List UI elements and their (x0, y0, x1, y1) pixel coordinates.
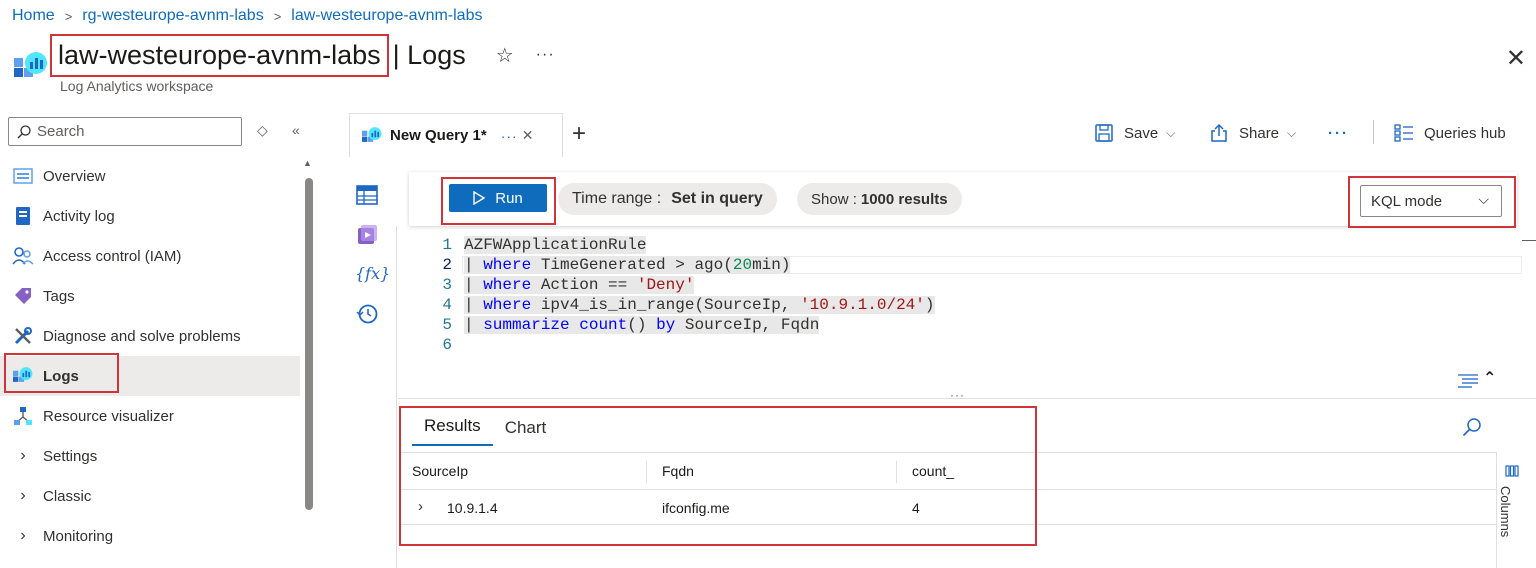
save-button[interactable]: Save ⌵ (1094, 120, 1175, 146)
sidebar-scrollbar[interactable] (305, 178, 313, 510)
chevron-right-icon: > (64, 8, 73, 24)
tables-icon[interactable] (356, 184, 378, 206)
sidebar-item-activity-log[interactable]: Activity log (0, 196, 300, 236)
more-icon[interactable]: ··· (501, 128, 518, 144)
sidebar-item-overview[interactable]: Overview (0, 156, 300, 196)
queries-hub-icon (1394, 124, 1413, 142)
kql-mode-highlight-box (1348, 176, 1516, 228)
share-button[interactable]: Share ⌵ (1209, 120, 1296, 146)
close-icon[interactable]: ✕ (1506, 44, 1526, 73)
chevron-right-icon: > (273, 8, 282, 24)
code-line: 4 | where ipv4_is_in_range(SourceIp, '10.… (442, 296, 935, 314)
close-icon[interactable]: ✕ (522, 127, 534, 144)
show-results-picker[interactable]: Show : 1000 results (797, 183, 962, 215)
resource-name: law-westeurope-avnm-labs (50, 33, 389, 77)
breadcrumb: Home > rg-westeurope-avnm-labs > law-wes… (12, 5, 482, 27)
sidebar-item-label: Access control (IAM) (43, 247, 182, 265)
format-query-icon[interactable] (1457, 372, 1479, 388)
sidebar-search-input[interactable] (37, 123, 227, 140)
functions-icon[interactable]: {fx} (355, 264, 390, 283)
logs-icon (362, 126, 382, 142)
sidebar-item-label: Overview (43, 167, 106, 185)
breadcrumb-resource-group[interactable]: rg-westeurope-avnm-labs (82, 7, 263, 25)
tag-icon (12, 285, 34, 307)
visualizer-icon (12, 405, 34, 427)
columns-label[interactable]: Columns (1498, 486, 1513, 537)
editor-scroll-marker (1522, 240, 1536, 241)
sidebar-item-diagnose[interactable]: Diagnose and solve problems (0, 316, 300, 356)
time-range-value: Set in query (671, 190, 763, 207)
people-icon (12, 245, 34, 267)
sidebar-item-tags[interactable]: Tags (0, 276, 300, 316)
scroll-up-icon[interactable]: ▲ (303, 158, 312, 168)
code-line: 2 | where TimeGenerated > ago(20min) (442, 256, 791, 274)
splitter-handle-icon[interactable]: ··· (950, 388, 965, 402)
resource-type: Log Analytics workspace (60, 78, 214, 94)
time-range-label: Time range : (572, 190, 662, 207)
search-icon (17, 124, 31, 138)
chevron-right-icon: › (20, 447, 26, 464)
sidebar-group-classic[interactable]: › Classic (0, 476, 300, 516)
show-label: Show : (811, 190, 857, 208)
chevron-down-icon: ⌵ (1166, 125, 1176, 140)
sidebar-item-access-control[interactable]: Access control (IAM) (0, 236, 300, 276)
sidebar-search[interactable] (8, 117, 242, 146)
sidebar-item-label: Monitoring (43, 527, 114, 545)
code-line: 6 (442, 336, 452, 354)
blade-name: | Logs (392, 39, 466, 70)
results-highlight-box (399, 406, 1037, 546)
tab-label: New Query 1* (390, 127, 487, 144)
chevron-right-icon: › (20, 487, 26, 504)
chevron-right-icon: › (20, 527, 26, 544)
breadcrumb-home[interactable]: Home (12, 7, 55, 25)
toolbar-more-icon[interactable]: ··· (1328, 120, 1349, 146)
sidebar-item-label: Settings (43, 447, 98, 465)
star-icon[interactable]: ☆ (496, 43, 514, 68)
code-line: 1 AZFWApplicationRule (442, 236, 647, 254)
show-value: 1000 results (860, 190, 948, 208)
wrench-icon (12, 325, 34, 347)
sidebar-item-resource-visualizer[interactable]: Resource visualizer (0, 396, 300, 436)
sidebar-item-label: Resource visualizer (43, 407, 174, 425)
columns-icon (1505, 465, 1519, 477)
save-icon (1095, 124, 1113, 142)
code-line: 3 | where Action == 'Deny' (442, 276, 695, 294)
toolbar-divider (1373, 120, 1374, 144)
breadcrumb-workspace[interactable]: law-westeurope-avnm-labs (291, 7, 482, 25)
save-label: Save (1124, 124, 1159, 142)
queries-hub-label: Queries hub (1424, 124, 1506, 142)
editor-left-border (396, 226, 397, 568)
add-tab-button[interactable]: + (572, 120, 586, 148)
queries-icon[interactable] (356, 224, 378, 246)
logs-highlight-box (4, 353, 119, 393)
code-line: 5 | summarize count() by SourceIp, Fqdn (442, 316, 820, 334)
sidebar-group-settings[interactable]: › Settings (0, 436, 300, 476)
sidebar-item-label: Activity log (43, 207, 115, 225)
sort-icon[interactable]: ◇ (257, 122, 268, 139)
pane-splitter[interactable] (398, 398, 1536, 399)
share-icon (1211, 123, 1227, 142)
share-label: Share (1239, 124, 1280, 142)
time-range-picker[interactable]: Time range : Set in query (558, 183, 777, 215)
sidebar-item-label: Tags (43, 287, 75, 305)
sidebar-item-label: Classic (43, 487, 92, 505)
page-title: law-westeurope-avnm-labs | Logs ☆ ··· (12, 30, 555, 80)
queries-hub-button[interactable]: Queries hub (1394, 120, 1506, 146)
activity-log-icon (12, 205, 34, 227)
sidebar-item-label: Diagnose and solve problems (43, 327, 241, 345)
overview-icon (12, 165, 34, 187)
query-editor[interactable]: 1 AZFWApplicationRule 2 | where TimeGenera… (430, 235, 1520, 355)
sidebar-group-monitoring[interactable]: › Monitoring (0, 516, 300, 556)
chevron-down-icon: ⌵ (1287, 125, 1297, 140)
more-icon[interactable]: ··· (536, 46, 555, 64)
search-results-icon[interactable] (1462, 417, 1482, 437)
tab-new-query[interactable]: New Query 1* ··· ✕ (349, 113, 563, 157)
collapse-editor-icon[interactable]: ⌃ (1483, 368, 1496, 388)
run-highlight-box (441, 177, 556, 225)
collapse-sidebar-icon[interactable]: « (292, 122, 300, 138)
history-icon[interactable] (356, 303, 378, 325)
